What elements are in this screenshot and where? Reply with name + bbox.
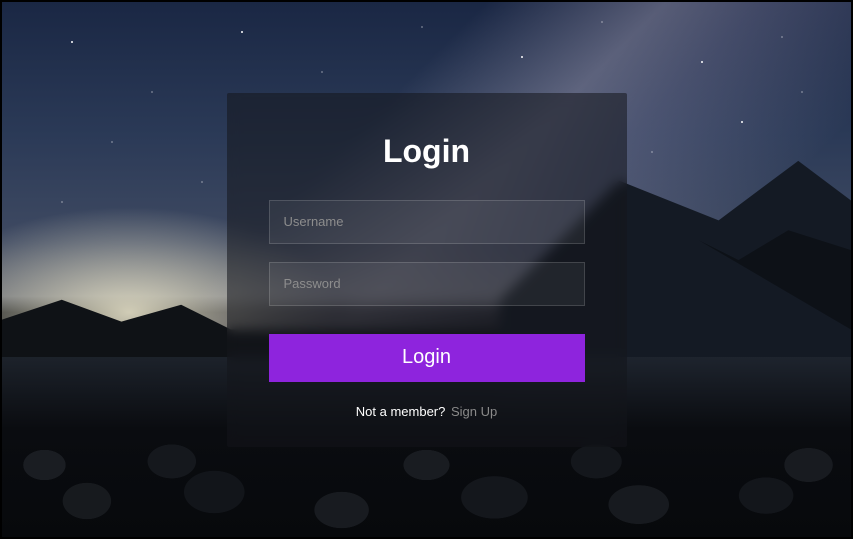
- signup-link[interactable]: Sign Up: [451, 404, 497, 419]
- background-scene: Login Login Not a member? Sign Up: [0, 0, 853, 539]
- login-button[interactable]: Login: [269, 334, 585, 382]
- username-input[interactable]: [269, 200, 585, 244]
- login-card: Login Login Not a member? Sign Up: [227, 93, 627, 447]
- signup-prompt: Not a member? Sign Up: [269, 404, 585, 419]
- signup-prompt-text: Not a member?: [356, 404, 446, 419]
- login-title: Login: [269, 133, 585, 170]
- password-input[interactable]: [269, 262, 585, 306]
